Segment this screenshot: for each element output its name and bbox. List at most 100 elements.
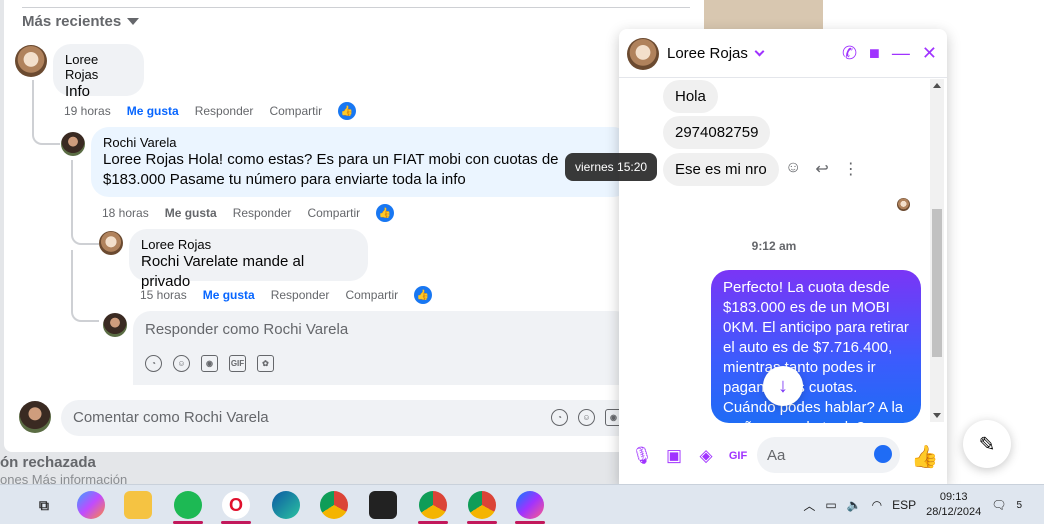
- sticker-icon[interactable]: ◈: [695, 446, 717, 466]
- emoji-icon[interactable]: ☺: [578, 409, 595, 426]
- clock[interactable]: 09:13 28/12/2024: [926, 490, 981, 520]
- close-icon[interactable]: ✕: [922, 42, 937, 64]
- chrome-profile-icon[interactable]: [419, 491, 447, 519]
- comment-time[interactable]: 15 horas: [140, 288, 187, 302]
- opera-icon[interactable]: O: [222, 491, 250, 519]
- chat-scrollbar[interactable]: [930, 79, 944, 422]
- camera-icon[interactable]: ◉: [201, 355, 218, 372]
- language-indicator[interactable]: ESP: [892, 498, 916, 512]
- avatar[interactable]: [19, 401, 51, 433]
- comment-author[interactable]: Loree Rojas: [141, 237, 356, 252]
- scroll-down-button[interactable]: ↓: [763, 366, 803, 406]
- comment-bubble: Rochi Varela Loree Rojas Hola! como esta…: [91, 127, 631, 197]
- microphone-icon[interactable]: 🎙: [631, 446, 653, 466]
- sort-dropdown[interactable]: Más recientes: [22, 13, 140, 30]
- chrome-profile-icon[interactable]: [468, 491, 496, 519]
- like-button[interactable]: Me gusta: [165, 206, 217, 220]
- caret-down-icon: [127, 18, 140, 25]
- reply-input[interactable]: Responder como Rochi Varela: [145, 321, 348, 338]
- spotify-icon[interactable]: [174, 491, 202, 519]
- outgoing-message[interactable]: Perfecto! La cuota desde $183.000 es de …: [711, 270, 921, 423]
- copilot-icon[interactable]: [77, 491, 105, 519]
- scroll-down-arrow[interactable]: [933, 413, 941, 418]
- incoming-message[interactable]: 2974082759: [663, 116, 771, 149]
- avatar[interactable]: [15, 45, 47, 77]
- reply-box[interactable]: Responder como Rochi Varela ◔ ☺ ◉ GIF ✿: [133, 311, 633, 385]
- header-actions: ✆ ■ — ✕: [842, 42, 937, 64]
- task-view-icon[interactable]: ⧉: [30, 491, 58, 519]
- thread-line: [71, 250, 99, 322]
- share-button[interactable]: Compartir: [269, 104, 322, 118]
- new-message-button[interactable]: ✎: [963, 420, 1011, 468]
- comment-text: Info: [65, 83, 91, 100]
- timestamp-tooltip: viernes 15:20: [565, 153, 658, 181]
- message-input[interactable]: Aa: [757, 437, 900, 473]
- comment-author[interactable]: Loree Rojas: [65, 52, 132, 82]
- reply-toolbar: ◔ ☺ ◉ GIF ✿: [145, 355, 274, 372]
- message-placeholder: Aa: [767, 447, 786, 464]
- reply-button[interactable]: Responder: [271, 288, 330, 302]
- contact-name-button[interactable]: Loree Rojas: [667, 45, 765, 62]
- video-call-icon[interactable]: ■: [869, 42, 880, 64]
- share-button[interactable]: Compartir: [345, 288, 398, 302]
- like-reaction-icon[interactable]: 👍: [338, 102, 357, 120]
- comment-input[interactable]: Comentar como Rochi Varela ◔ ☺ ◉: [61, 400, 701, 436]
- comments-card: Más recientes Loree Rojas Info 19 horas …: [4, 0, 704, 452]
- incoming-message[interactable]: Ese es mi nro: [663, 153, 779, 186]
- message-actions: ☺ ↩ ⋮: [785, 159, 859, 179]
- phone-icon[interactable]: ✆: [842, 42, 857, 64]
- mention-link[interactable]: Rochi Varela: [141, 253, 226, 270]
- divider: [22, 7, 690, 8]
- more-icon[interactable]: ⋮: [843, 159, 859, 179]
- avatar-sticker-icon[interactable]: ◔: [551, 409, 568, 426]
- chrome-icon[interactable]: [320, 491, 348, 519]
- mention-link[interactable]: Loree Rojas: [103, 151, 184, 168]
- contact-avatar[interactable]: [627, 38, 659, 70]
- comment-actions: 18 horas Me gusta Responder Compartir 👍: [102, 204, 395, 222]
- file-explorer-icon[interactable]: [124, 491, 152, 519]
- background-image-strip: [703, 0, 823, 30]
- background-text: ón rechazada: [0, 454, 96, 471]
- thumbs-up-icon[interactable]: 👍: [911, 444, 938, 470]
- avatar[interactable]: [103, 313, 127, 337]
- avatar[interactable]: [99, 231, 123, 255]
- react-icon[interactable]: ☺: [785, 159, 801, 179]
- avatar[interactable]: [61, 132, 85, 156]
- reply-icon[interactable]: ↩: [815, 159, 828, 179]
- notifications-icon[interactable]: 🗨: [991, 498, 1006, 512]
- comment-text: Loree Rojas Hola! como estas? Es para un…: [103, 150, 619, 190]
- scroll-up-arrow[interactable]: [933, 83, 941, 88]
- minimize-icon[interactable]: —: [892, 42, 910, 64]
- messenger-icon[interactable]: [516, 491, 544, 519]
- seen-avatar: [897, 198, 910, 211]
- volume-icon[interactable]: 🔈: [847, 498, 862, 512]
- comment-time[interactable]: 18 horas: [102, 206, 149, 220]
- emoji-icon[interactable]: ☺: [173, 355, 190, 372]
- emoji-icon[interactable]: [874, 445, 892, 463]
- photo-icon[interactable]: ▣: [663, 446, 685, 466]
- like-button[interactable]: Me gusta: [203, 288, 255, 302]
- reply-button[interactable]: Responder: [195, 104, 254, 118]
- incoming-message[interactable]: Hola: [663, 80, 718, 113]
- sticker-icon[interactable]: ✿: [257, 355, 274, 372]
- reply-button[interactable]: Responder: [233, 206, 292, 220]
- chevron-up-icon[interactable]: ︿: [803, 497, 815, 514]
- gif-icon[interactable]: GIF: [229, 355, 246, 372]
- avatar-sticker-icon[interactable]: ◔: [145, 355, 162, 372]
- like-reaction-icon[interactable]: 👍: [414, 286, 433, 304]
- comment-bubble: Loree Rojas Rochi Varelate mande al priv…: [129, 229, 368, 290]
- like-reaction-icon[interactable]: 👍: [376, 204, 395, 222]
- edge-icon[interactable]: [272, 491, 300, 519]
- share-button[interactable]: Compartir: [307, 206, 360, 220]
- gif-icon[interactable]: GIF: [727, 450, 749, 462]
- comment-time[interactable]: 19 horas: [64, 104, 111, 118]
- comment-author[interactable]: Rochi Varela: [103, 135, 619, 150]
- like-button[interactable]: Me gusta: [127, 104, 179, 118]
- battery-icon[interactable]: ▭: [825, 498, 836, 512]
- sort-label: Más recientes: [22, 13, 122, 30]
- sticky-notes-icon[interactable]: [369, 491, 397, 519]
- wifi-icon[interactable]: ◠: [872, 498, 882, 512]
- chat-composer: 🎙 ▣ ◈ GIF Aa 👍: [619, 434, 947, 484]
- scrollbar-thumb[interactable]: [932, 209, 942, 357]
- chat-header: Loree Rojas ✆ ■ — ✕: [619, 29, 947, 78]
